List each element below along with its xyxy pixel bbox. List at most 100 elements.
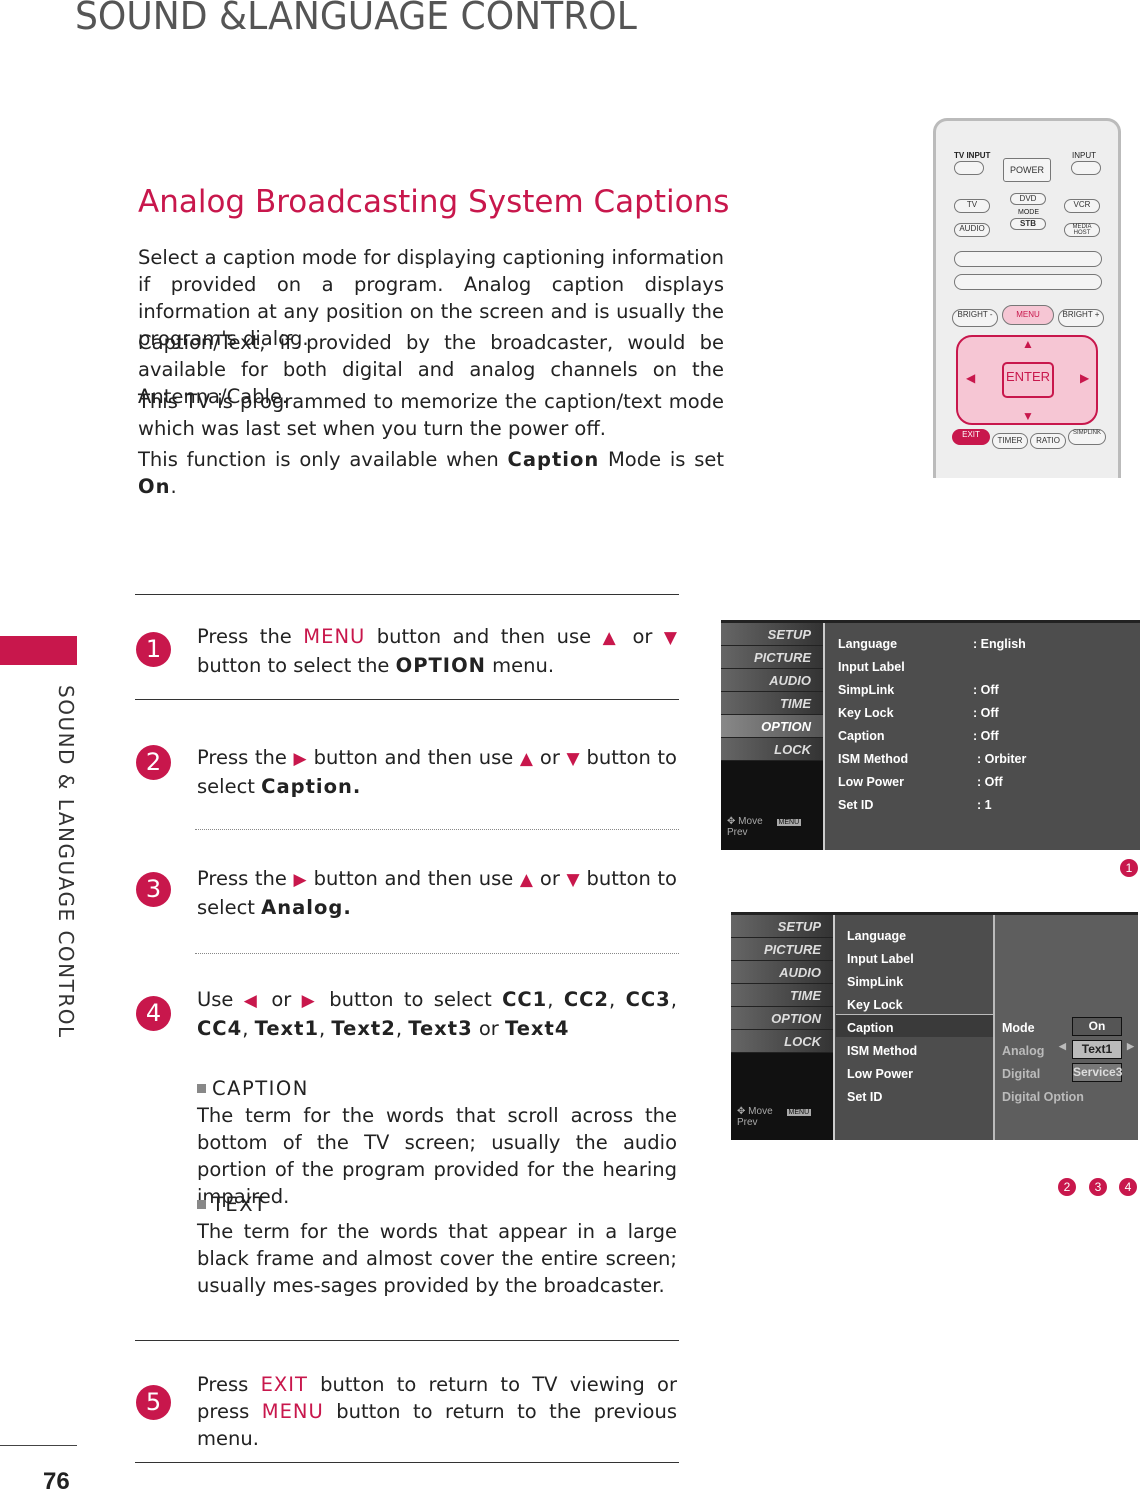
arrow-icon: ▼ xyxy=(663,628,677,648)
divider xyxy=(135,1462,679,1463)
step-number: 3 xyxy=(136,872,171,907)
arrow-icon: ▲ xyxy=(519,870,534,890)
osd-row-label: Set ID xyxy=(838,798,874,812)
page-header: SOUND &LANGUAGE CONTROL xyxy=(75,0,637,38)
osd-menu-item: Key Lock xyxy=(847,998,903,1012)
emphasized-text: On xyxy=(138,475,171,498)
osd-menu-lock: LOCK xyxy=(731,1030,833,1053)
dvd-button: DVD xyxy=(1010,193,1046,205)
osd-menu-audio: AUDIO xyxy=(731,961,833,984)
navigation-pad: ▲ ▼ ◀ ▶ ENTER xyxy=(956,335,1098,425)
step-badge: 4 xyxy=(1119,1178,1137,1196)
caption-option-value[interactable]: Service3 xyxy=(1072,1063,1122,1082)
emphasized-text: EXIT xyxy=(260,1373,308,1396)
up-arrow-icon: ▲ xyxy=(1022,337,1034,351)
arrow-icon: ▲ xyxy=(602,628,621,648)
text-segment: Press the xyxy=(197,625,304,648)
emphasized-text: Caption. xyxy=(261,775,362,798)
osd-row-label: SimpLink xyxy=(838,683,895,697)
arrow-icon: ▼ xyxy=(566,749,580,769)
text-segment: This TV is programmed to memorize the ca… xyxy=(138,390,724,440)
osd-row-label: Language xyxy=(838,637,898,651)
definition-term: TEXT xyxy=(212,1193,268,1216)
osd-row-value: : Off xyxy=(973,706,999,720)
osd-menu-item: Set ID xyxy=(847,1090,883,1104)
text-segment: Press the xyxy=(197,867,294,890)
bullet-icon xyxy=(197,1200,206,1209)
osd-row-label: Caption xyxy=(838,729,885,743)
text-segment: , xyxy=(609,988,626,1011)
step-number: 2 xyxy=(136,745,171,780)
prev-hint: Prev xyxy=(737,1117,758,1128)
stb-button: STB xyxy=(1010,218,1046,230)
osd-row-label: Key Lock xyxy=(838,706,894,720)
left-arrow-icon: ◀ xyxy=(966,371,976,385)
vcr-button: VCR xyxy=(1064,199,1100,213)
input-button xyxy=(1071,161,1101,175)
divider xyxy=(195,953,679,954)
tv-button: TV xyxy=(954,199,990,213)
text-segment: , xyxy=(319,1017,332,1040)
divider xyxy=(135,1340,679,1341)
osd-sidebar: SETUP PICTURE AUDIO TIME OPTION LOCK ✥ M… xyxy=(731,915,835,1140)
emphasized-text: Text2 xyxy=(331,1017,396,1040)
arrow-icon: ▲ xyxy=(519,749,534,769)
emphasized-text: CC2 xyxy=(563,988,610,1011)
osd-menu-time: TIME xyxy=(721,692,823,715)
text-segment: . xyxy=(170,475,177,498)
step-number: 4 xyxy=(136,996,171,1031)
text-segment: Press xyxy=(197,1373,261,1396)
definition-term: CAPTION xyxy=(212,1077,309,1100)
definition-caption: CAPTION The term for the words that scro… xyxy=(197,1075,677,1210)
text-segment: , xyxy=(547,988,564,1011)
step-2-text: Press the ▶ button and then use ▲ or ▼ b… xyxy=(197,744,677,800)
right-arrow-icon[interactable]: ▶ xyxy=(1127,1041,1134,1052)
osd-menu-audio: AUDIO xyxy=(721,669,823,692)
emphasized-text: Text3 xyxy=(408,1017,473,1040)
emphasized-text: CC1 xyxy=(502,988,548,1011)
section-title: Analog Broadcasting System Captions xyxy=(138,184,730,220)
osd-menu-option: OPTION xyxy=(721,715,823,738)
osd-row-value: : English xyxy=(973,637,1026,651)
ratio-button: RATIO xyxy=(1030,433,1066,449)
divider xyxy=(195,829,679,830)
text-segment: or xyxy=(533,867,567,890)
emphasized-text: MENU xyxy=(303,625,366,648)
osd-menu-picture: PICTURE xyxy=(721,646,823,669)
bullet-icon xyxy=(197,1084,206,1093)
timer-button: TIMER xyxy=(992,433,1028,449)
caption-option-label: Digital Option xyxy=(1002,1090,1084,1104)
enter-button: ENTER xyxy=(1002,362,1054,398)
osd-menu-setup: SETUP xyxy=(721,623,823,646)
side-tab xyxy=(0,636,77,665)
caption-option-value[interactable]: On xyxy=(1072,1017,1122,1036)
osd-menu-option: OPTION xyxy=(731,1007,833,1030)
emphasized-text: CC4 xyxy=(197,1017,243,1040)
remote-label: INPUT xyxy=(1072,151,1096,160)
emphasized-text: Caption xyxy=(507,448,600,471)
emphasized-text: OPTION xyxy=(395,654,486,677)
osd-menu-item: Language xyxy=(847,929,907,943)
osd-footer: ✥ Move MENU Prev xyxy=(737,1106,812,1128)
osd-menu-item: Caption xyxy=(847,1021,894,1035)
emphasized-text: Text4 xyxy=(505,1017,570,1040)
menu-button: MENU xyxy=(1002,305,1054,325)
text-segment: Press the xyxy=(197,746,294,769)
bright-plus-button: BRIGHT + xyxy=(1058,309,1104,327)
emphasized-text: Text1 xyxy=(254,1017,320,1040)
caption-option-label: Mode xyxy=(1002,1021,1035,1035)
emphasized-text: Analog. xyxy=(261,896,352,919)
move-hint: Move xyxy=(748,1106,773,1117)
osd-row-label: Input Label xyxy=(838,660,905,674)
text-segment: Mode is set xyxy=(599,448,724,471)
step-number: 1 xyxy=(136,632,171,667)
text-segment: button and then use xyxy=(306,746,520,769)
definition-text: The term for the words that appear in a … xyxy=(197,1220,677,1297)
prev-hint: Prev xyxy=(727,827,748,838)
caption-option-value[interactable]: Text1 xyxy=(1072,1040,1122,1059)
text-segment: button to select the xyxy=(197,654,396,677)
menu-key-icon: MENU xyxy=(776,819,802,826)
step-4-text: Use ◀ or ▶ button to select CC1, CC2, CC… xyxy=(197,986,677,1042)
left-arrow-icon[interactable]: ◀ xyxy=(1059,1041,1066,1052)
intro-paragraph: This function is only available when Cap… xyxy=(138,446,724,500)
